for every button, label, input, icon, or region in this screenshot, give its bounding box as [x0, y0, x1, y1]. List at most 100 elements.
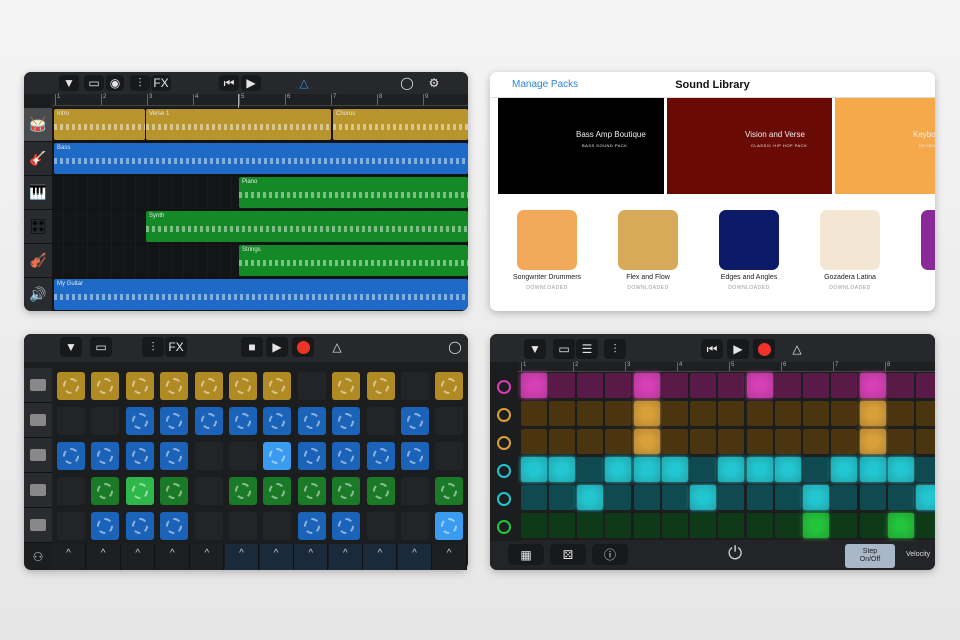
sound-pack-name[interactable]: Songwriter Drummers — [492, 274, 602, 281]
drum-row-header[interactable] — [490, 485, 518, 513]
metronome-button[interactable]: △ — [294, 75, 314, 91]
step-off[interactable] — [831, 429, 857, 454]
play-button[interactable]: ▶ — [727, 339, 749, 359]
record-button[interactable] — [292, 337, 314, 357]
track-region[interactable]: Intro — [54, 109, 145, 140]
loop-cell[interactable] — [401, 407, 429, 435]
step-on[interactable] — [662, 457, 688, 482]
loop-cell[interactable] — [194, 407, 223, 435]
loop-cell[interactable] — [229, 372, 257, 400]
track-header[interactable]: 🎛 — [24, 210, 52, 244]
step-on[interactable] — [860, 373, 886, 398]
empty-cell[interactable] — [57, 407, 85, 435]
step-on[interactable] — [690, 485, 716, 510]
metronome-button[interactable]: △ — [786, 339, 808, 359]
step-off[interactable] — [577, 457, 603, 482]
step-off[interactable] — [718, 513, 744, 538]
column-trigger-button[interactable]: ^ — [398, 544, 432, 570]
loop-cell[interactable] — [91, 442, 120, 470]
row-instrument[interactable] — [24, 438, 52, 473]
loop-cell[interactable] — [297, 407, 326, 435]
loop-cell[interactable] — [435, 372, 464, 400]
rewind-button[interactable]: ⏮ — [219, 75, 239, 91]
step-off[interactable] — [860, 513, 886, 538]
step-off[interactable] — [718, 429, 744, 454]
loop-cell[interactable] — [125, 477, 154, 505]
step-off[interactable] — [577, 401, 603, 426]
column-trigger-button[interactable]: ^ — [432, 544, 467, 570]
drum-row-header[interactable] — [490, 457, 518, 485]
step-off[interactable] — [916, 513, 935, 538]
loop-cell[interactable] — [332, 512, 361, 540]
column-trigger-button[interactable]: ^ — [363, 544, 398, 570]
step-on[interactable] — [718, 457, 744, 482]
loop-cell[interactable] — [332, 442, 361, 470]
step-off[interactable] — [916, 373, 935, 398]
empty-cell[interactable] — [401, 477, 429, 505]
view-toggle-button[interactable]: ▭ — [84, 75, 104, 91]
empty-cell[interactable] — [194, 442, 223, 470]
step-off[interactable] — [718, 373, 744, 398]
step-off[interactable] — [549, 373, 575, 398]
empty-cell[interactable] — [91, 407, 120, 435]
step-off[interactable] — [831, 513, 857, 538]
step-off[interactable] — [775, 485, 801, 510]
empty-cell[interactable] — [401, 372, 429, 400]
loop-cell[interactable] — [229, 477, 257, 505]
empty-cell[interactable] — [435, 442, 464, 470]
loop-cell[interactable] — [332, 477, 361, 505]
column-trigger-button[interactable]: ^ — [86, 544, 121, 570]
empty-cell[interactable] — [366, 512, 395, 540]
record-button[interactable] — [753, 339, 775, 359]
sound-pack-name[interactable]: Pe — [896, 274, 935, 281]
empty-cell[interactable] — [401, 512, 429, 540]
loop-cell[interactable] — [297, 477, 326, 505]
tracks-view-button[interactable]: ☰ — [576, 339, 598, 359]
step-off[interactable] — [803, 401, 829, 426]
step-on[interactable] — [521, 373, 547, 398]
step-off[interactable] — [831, 401, 857, 426]
step-on[interactable] — [521, 457, 547, 482]
loop-cell[interactable] — [366, 477, 395, 505]
velocity-button[interactable]: Velocity — [906, 551, 930, 558]
step-off[interactable] — [605, 401, 631, 426]
track-header[interactable]: 🥁 — [24, 108, 52, 142]
loop-cell[interactable] — [366, 442, 395, 470]
track-region[interactable]: Synth — [146, 211, 468, 242]
step-off[interactable] — [662, 513, 688, 538]
loop-cell[interactable] — [125, 442, 154, 470]
loop-cell[interactable] — [263, 477, 292, 505]
step-on[interactable] — [634, 457, 660, 482]
empty-cell[interactable] — [435, 407, 464, 435]
loop-cell[interactable] — [125, 407, 154, 435]
step-off[interactable] — [888, 429, 914, 454]
step-off[interactable] — [549, 429, 575, 454]
dice-randomize-button[interactable]: ⚄ — [550, 544, 586, 565]
step-off[interactable] — [775, 429, 801, 454]
step-off[interactable] — [521, 485, 547, 510]
loop-cell[interactable] — [435, 477, 464, 505]
step-on[interactable] — [634, 429, 660, 454]
sound-pack-icon[interactable] — [921, 210, 935, 270]
step-off[interactable] — [747, 401, 773, 426]
step-off[interactable] — [549, 513, 575, 538]
empty-cell[interactable] — [263, 512, 292, 540]
column-trigger-button[interactable]: ^ — [121, 544, 156, 570]
timeline-ruler[interactable]: 1 2 3 4 5 6 7 8 — [518, 362, 935, 372]
edit-cells-button[interactable]: ⚇ — [24, 544, 52, 570]
loop-cell[interactable] — [91, 477, 120, 505]
info-button[interactable]: ⓘ — [592, 544, 628, 565]
step-off[interactable] — [718, 401, 744, 426]
column-trigger-button[interactable]: ^ — [259, 544, 294, 570]
step-off[interactable] — [577, 429, 603, 454]
column-trigger-button[interactable]: ^ — [52, 544, 86, 570]
play-button[interactable]: ▶ — [241, 75, 261, 91]
grid-button[interactable]: ▦ — [508, 544, 544, 565]
mixer-button[interactable]: ⫶ — [142, 337, 164, 357]
loop-cell[interactable] — [160, 442, 189, 470]
drum-row-header[interactable] — [490, 401, 518, 429]
column-trigger-button[interactable]: ^ — [190, 544, 225, 570]
sound-pack-banner[interactable]: Vision and Verse CLASSIC HIP HOP PACK — [667, 98, 832, 194]
step-off[interactable] — [775, 373, 801, 398]
track-header[interactable]: 🎹 — [24, 176, 52, 210]
